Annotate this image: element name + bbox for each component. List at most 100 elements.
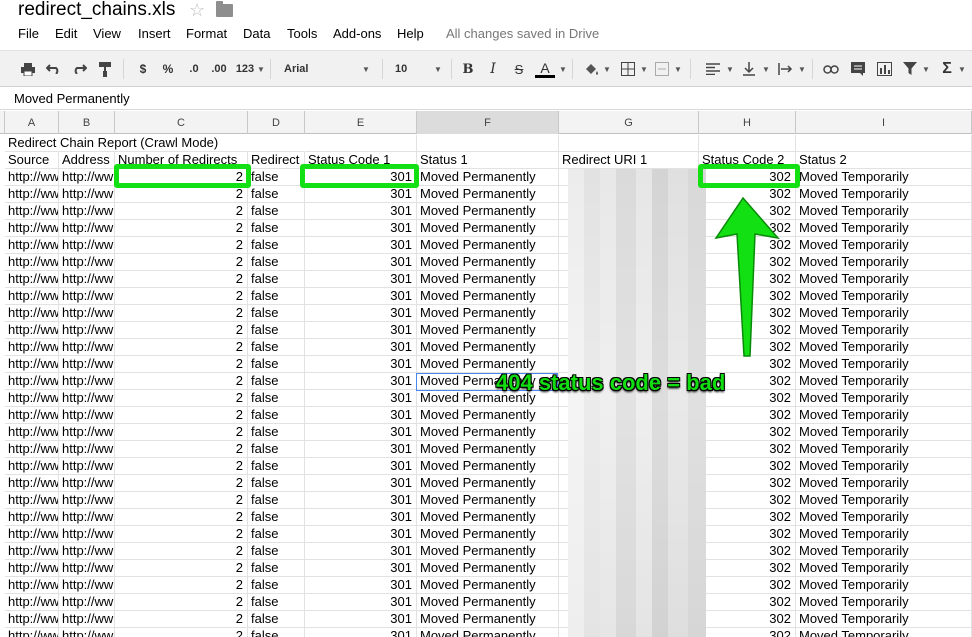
status-code-1-cell[interactable]: 301	[305, 577, 417, 594]
status-2-cell[interactable]: Moved Temporarily	[796, 169, 972, 186]
redirect-loop-cell[interactable]: false	[248, 458, 305, 475]
redirect-count-cell[interactable]: 2	[115, 560, 248, 577]
status-code-1-cell[interactable]: 301	[305, 424, 417, 441]
status-code-1-cell[interactable]: 301	[305, 339, 417, 356]
source-cell[interactable]: http://ww	[5, 424, 59, 441]
status-code-2-cell[interactable]: 302	[699, 492, 796, 509]
redirect-count-cell[interactable]: 2	[115, 373, 248, 390]
redirect-loop-cell[interactable]: false	[248, 407, 305, 424]
status-code-1-cell[interactable]: 301	[305, 560, 417, 577]
address-cell[interactable]: http://ww	[59, 390, 115, 407]
status-2-cell[interactable]: Moved Temporarily	[796, 373, 972, 390]
redirect-count-cell[interactable]: 2	[115, 203, 248, 220]
status-2-cell[interactable]: Moved Temporarily	[796, 560, 972, 577]
status-1-cell[interactable]: Moved Permanently	[417, 305, 559, 322]
status-1-cell[interactable]: Moved Permanently	[417, 288, 559, 305]
status-1-cell[interactable]: Moved Permanently	[417, 543, 559, 560]
formula-bar-value[interactable]: Moved Permanently	[14, 91, 130, 106]
redirect-loop-cell[interactable]: false	[248, 560, 305, 577]
header-cell-b[interactable]: Address	[59, 152, 115, 169]
source-cell[interactable]: http://ww	[5, 339, 59, 356]
redirect-count-cell[interactable]: 2	[115, 475, 248, 492]
address-cell[interactable]: http://ww	[59, 237, 115, 254]
status-code-1-cell[interactable]: 301	[305, 203, 417, 220]
insert-chart-icon[interactable]	[874, 60, 894, 78]
status-1-cell[interactable]: Moved Permanently	[417, 475, 559, 492]
status-2-cell[interactable]: Moved Temporarily	[796, 305, 972, 322]
status-code-1-cell[interactable]: 301	[305, 271, 417, 288]
fill-color-icon[interactable]	[582, 60, 602, 78]
merge-cells-icon[interactable]	[652, 60, 672, 78]
redirect-count-cell[interactable]: 2	[115, 577, 248, 594]
menu-view[interactable]: View	[93, 26, 121, 41]
status-2-cell[interactable]: Moved Temporarily	[796, 288, 972, 305]
source-cell[interactable]: http://ww	[5, 509, 59, 526]
redirect-loop-cell[interactable]: false	[248, 203, 305, 220]
header-cell-g[interactable]: Redirect URI 1	[559, 152, 699, 169]
italic-button[interactable]: I	[484, 60, 502, 78]
source-cell[interactable]: http://ww	[5, 458, 59, 475]
status-2-cell[interactable]: Moved Temporarily	[796, 271, 972, 288]
address-cell[interactable]: http://ww	[59, 560, 115, 577]
status-1-cell[interactable]: Moved Permanently	[417, 169, 559, 186]
redirect-count-cell[interactable]: 2	[115, 305, 248, 322]
source-cell[interactable]: http://ww	[5, 305, 59, 322]
status-code-1-cell[interactable]: 301	[305, 373, 417, 390]
status-1-cell[interactable]: Moved Permanently	[417, 577, 559, 594]
number-format-button[interactable]: 123	[233, 60, 257, 78]
status-1-cell[interactable]: Moved Permanently	[417, 407, 559, 424]
status-code-1-cell[interactable]: 301	[305, 475, 417, 492]
redirect-loop-cell[interactable]: false	[248, 526, 305, 543]
status-code-1-cell[interactable]: 301	[305, 509, 417, 526]
status-code-1-cell[interactable]: 301	[305, 322, 417, 339]
status-code-1-cell[interactable]: 301	[305, 543, 417, 560]
save-status[interactable]: All changes saved in Drive	[446, 26, 599, 41]
redirect-loop-cell[interactable]: false	[248, 509, 305, 526]
borders-icon[interactable]	[618, 60, 638, 78]
insert-link-icon[interactable]	[821, 60, 841, 78]
menu-edit[interactable]: Edit	[55, 26, 77, 41]
print-icon[interactable]	[19, 60, 37, 78]
status-code-1-cell[interactable]: 301	[305, 288, 417, 305]
status-code-1-cell[interactable]: 301	[305, 526, 417, 543]
redirect-loop-cell[interactable]: false	[248, 441, 305, 458]
text-wrapping-icon[interactable]	[775, 60, 797, 78]
status-code-1-cell[interactable]: 301	[305, 254, 417, 271]
source-cell[interactable]: http://ww	[5, 237, 59, 254]
source-cell[interactable]: http://ww	[5, 628, 59, 637]
address-cell[interactable]: http://ww	[59, 322, 115, 339]
redirect-count-cell[interactable]: 2	[115, 254, 248, 271]
menu-help[interactable]: Help	[397, 26, 424, 41]
status-2-cell[interactable]: Moved Temporarily	[796, 356, 972, 373]
redirect-count-cell[interactable]: 2	[115, 237, 248, 254]
source-cell[interactable]: http://ww	[5, 441, 59, 458]
header-cell-a[interactable]: Source	[5, 152, 59, 169]
source-cell[interactable]: http://ww	[5, 169, 59, 186]
redirect-count-cell[interactable]: 2	[115, 458, 248, 475]
status-1-cell[interactable]: Moved Permanently	[417, 526, 559, 543]
menu-addons[interactable]: Add-ons	[333, 26, 381, 41]
formula-bar[interactable]: Moved Permanently	[0, 88, 972, 110]
status-1-cell[interactable]: Moved Permanently	[417, 203, 559, 220]
status-1-cell[interactable]: Moved Permanently	[417, 339, 559, 356]
address-cell[interactable]: http://ww	[59, 475, 115, 492]
status-code-1-cell[interactable]: 301	[305, 492, 417, 509]
column-header-g[interactable]: G	[559, 111, 699, 134]
source-cell[interactable]: http://ww	[5, 186, 59, 203]
header-cell-i[interactable]: Status 2	[796, 152, 972, 169]
status-code-1-cell[interactable]: 301	[305, 237, 417, 254]
address-cell[interactable]: http://ww	[59, 594, 115, 611]
redirect-loop-cell[interactable]: false	[248, 288, 305, 305]
status-1-cell[interactable]: Moved Permanently	[417, 220, 559, 237]
source-cell[interactable]: http://ww	[5, 390, 59, 407]
status-2-cell[interactable]: Moved Temporarily	[796, 577, 972, 594]
address-cell[interactable]: http://ww	[59, 407, 115, 424]
status-code-2-cell[interactable]: 302	[699, 577, 796, 594]
filter-icon[interactable]	[900, 60, 920, 78]
redirect-count-cell[interactable]: 2	[115, 628, 248, 637]
redirect-count-cell[interactable]: 2	[115, 407, 248, 424]
redirect-loop-cell[interactable]: false	[248, 475, 305, 492]
status-code-2-cell[interactable]: 302	[699, 475, 796, 492]
status-1-cell[interactable]: Moved Permanently	[417, 492, 559, 509]
redirect-count-cell[interactable]: 2	[115, 220, 248, 237]
